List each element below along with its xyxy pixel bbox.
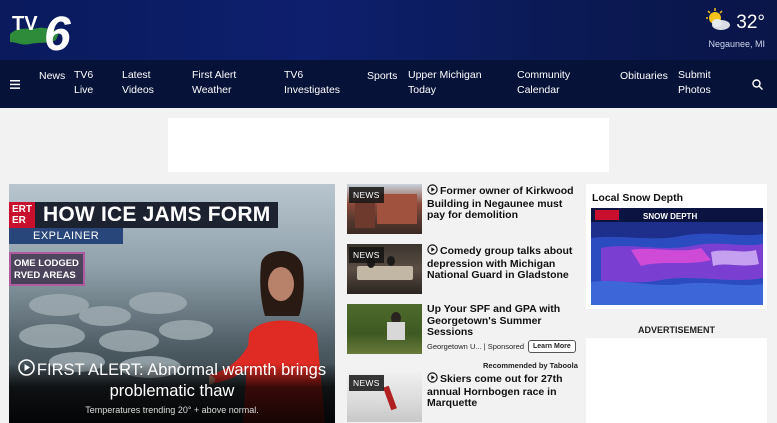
play-icon: [427, 184, 438, 199]
story-thumbnail[interactable]: [347, 304, 422, 354]
story-card[interactable]: NEWS Comedy group talks about depression…: [347, 244, 579, 296]
snow-depth-title: Local Snow Depth: [592, 192, 684, 204]
nav-item-latest-videos[interactable]: Latest Videos: [122, 68, 166, 98]
nav-item-upper-michigan-today[interactable]: Upper Michigan Today: [408, 68, 498, 98]
story-thumbnail[interactable]: NEWS: [347, 244, 422, 294]
story-card[interactable]: NEWS Former owner of Kirkwood Building i…: [347, 184, 579, 236]
weather-location: Negaunee, MI: [708, 39, 765, 49]
hero-banner-title: HOW ICE JAMS FORM: [43, 203, 271, 226]
news-tag: NEWS: [349, 247, 384, 263]
search-icon[interactable]: [752, 77, 764, 95]
hero-video[interactable]: ERT ER HOW ICE JAMS FORM EXPLAINER OME L…: [9, 184, 335, 423]
story-thumbnail[interactable]: NEWS: [347, 184, 422, 234]
story-title[interactable]: Former owner of Kirkwood Building in Neg…: [427, 184, 579, 222]
story-title-text: Comedy group talks about depression with…: [427, 245, 573, 281]
taboola-credit[interactable]: Recommended by Taboola: [483, 361, 578, 370]
weather-widget[interactable]: 32° Negaunee, MI: [704, 8, 765, 49]
snow-map-label: SNOW DEPTH: [643, 212, 697, 221]
snow-depth-map[interactable]: SNOW DEPTH: [591, 208, 763, 305]
svg-text:6: 6: [44, 8, 71, 56]
hero-banner-red: ERT ER: [9, 202, 35, 228]
sponsored-label: Sponsored: [487, 342, 525, 351]
hamburger-menu-icon[interactable]: [0, 79, 30, 89]
nav-item-community-calendar[interactable]: Community Calendar: [517, 68, 597, 98]
hero-explainer-label: EXPLAINER: [9, 228, 124, 244]
sponsor-source: Georgetown U...: [427, 342, 482, 351]
story-card[interactable]: NEWS Skiers come out for 27th annual Hor…: [347, 372, 579, 423]
hero-caption[interactable]: FIRST ALERT: Abnormal warmth brings prob…: [9, 359, 335, 423]
ad-slot-right[interactable]: [586, 338, 767, 423]
story-title[interactable]: Up Your SPF and GPA with Georgetown's Su…: [427, 303, 579, 339]
nav-item-submit-photos[interactable]: Submit Photos: [678, 68, 724, 98]
story-thumbnail[interactable]: NEWS: [347, 372, 422, 422]
play-icon: [427, 244, 438, 259]
hero-lodged-label: OME LODGED RVED AREAS: [9, 252, 85, 286]
nav-item-tv6-investigates[interactable]: TV6 Investigates: [284, 68, 350, 98]
advertisement-label: ADVERTISEMENT: [637, 325, 715, 335]
nav-item-tv6-live[interactable]: TV6 Live: [74, 68, 106, 98]
header-bar: TV 6 32° Negaunee, MI: [0, 0, 777, 61]
story-title[interactable]: Comedy group talks about depression with…: [427, 244, 579, 282]
story-title[interactable]: Skiers come out for 27th annual Hornboge…: [427, 372, 579, 410]
news-tag: NEWS: [349, 375, 384, 391]
news-tag: NEWS: [349, 187, 384, 203]
weather-temp: 32°: [736, 11, 765, 33]
partly-cloudy-icon: [704, 8, 732, 37]
play-icon: [18, 359, 35, 381]
play-icon: [427, 372, 438, 387]
hero-headline-text: FIRST ALERT: Abnormal warmth brings prob…: [36, 361, 327, 400]
sponsored-source-row: Georgetown U... | Sponsored Learn More: [427, 340, 576, 353]
nav-item-news[interactable]: News: [39, 69, 65, 84]
hero-headline[interactable]: FIRST ALERT: Abnormal warmth brings prob…: [9, 359, 335, 401]
nav-item-sports[interactable]: Sports: [367, 69, 397, 84]
svg-text:TV: TV: [12, 13, 38, 35]
story-title-text: Skiers come out for 27th annual Hornboge…: [427, 373, 563, 409]
nav-item-obituaries[interactable]: Obituaries: [620, 69, 668, 84]
nav-item-first-alert-weather[interactable]: First Alert Weather: [192, 68, 262, 98]
story-title-text: Former owner of Kirkwood Building in Neg…: [427, 185, 574, 221]
ad-banner-top[interactable]: [168, 118, 609, 172]
main-nav: [0, 60, 777, 108]
snow-depth-card[interactable]: Local Snow Depth SNOW DEPTH: [586, 184, 767, 309]
tv6-logo[interactable]: TV 6: [8, 4, 88, 61]
learn-more-button[interactable]: Learn More: [528, 340, 576, 353]
hero-subtext: Temperatures trending 20° + above normal…: [85, 405, 259, 415]
hero-graphic-banner: ERT ER HOW ICE JAMS FORM: [9, 202, 279, 228]
